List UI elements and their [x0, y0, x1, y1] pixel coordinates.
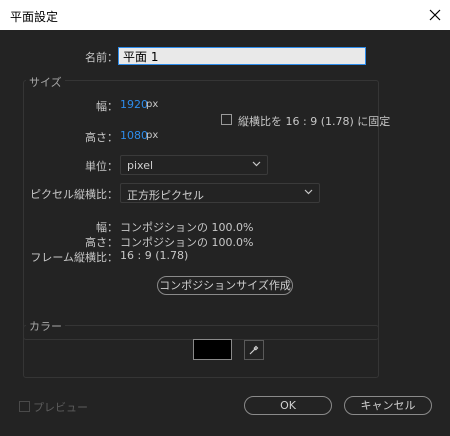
- dialog-body: 名前： 平面 1 サイズ 幅： 1920 px 高さ： 1080 px 縦横比を…: [2, 30, 448, 434]
- preview-label: プレビュー: [33, 401, 88, 414]
- ok-button[interactable]: OK: [244, 396, 332, 415]
- info-width-value: コンポジションの 100.0%: [120, 221, 254, 234]
- preview-checkbox[interactable]: [19, 401, 30, 412]
- make-comp-size-button[interactable]: コンポジションサイズ作成: [157, 276, 293, 295]
- unit-dropdown[interactable]: pixel: [120, 155, 268, 175]
- info-height-value: コンポジションの 100.0%: [120, 236, 254, 249]
- info-frame-label: フレーム縦横比：: [30, 251, 118, 264]
- chevron-down-icon: [304, 189, 313, 195]
- info-height-label: 高さ：: [85, 236, 118, 249]
- size-group-title: サイズ: [26, 74, 65, 90]
- close-button[interactable]: [420, 0, 450, 30]
- info-width-label: 幅：: [96, 221, 118, 234]
- pixel-aspect-dropdown[interactable]: 正方形ピクセル: [120, 183, 320, 203]
- unit-label: 単位：: [85, 160, 118, 173]
- cancel-button[interactable]: キャンセル: [344, 396, 432, 415]
- eyedropper-button[interactable]: [244, 340, 264, 360]
- height-label: 高さ：: [85, 131, 118, 144]
- info-frame-value: 16 : 9 (1.78): [120, 249, 189, 262]
- title-bar: 平面設定: [0, 0, 450, 30]
- height-value[interactable]: 1080: [120, 129, 148, 142]
- unit-value: pixel: [127, 159, 154, 172]
- height-unit: px: [146, 130, 159, 141]
- chevron-down-icon: [252, 161, 261, 167]
- name-input[interactable]: 平面 1: [118, 47, 366, 65]
- pixel-aspect-label: ピクセル縦横比：: [30, 188, 118, 201]
- pixel-aspect-value: 正方形ピクセル: [127, 189, 204, 202]
- window-title: 平面設定: [10, 10, 59, 24]
- lock-aspect-checkbox[interactable]: [221, 114, 232, 125]
- close-icon: [429, 9, 441, 21]
- width-unit: px: [146, 99, 159, 110]
- color-group-title: カラー: [26, 318, 65, 334]
- name-label: 名前：: [85, 51, 118, 64]
- width-label: 幅：: [96, 100, 118, 113]
- lock-aspect-label: 縦横比を 16 : 9 (1.78) に固定: [238, 115, 391, 128]
- solid-settings-dialog: 平面設定 名前： 平面 1 サイズ 幅： 1920 px 高さ： 1080 px…: [0, 0, 450, 436]
- color-swatch[interactable]: [193, 339, 232, 360]
- eyedropper-icon: [249, 345, 259, 355]
- width-value[interactable]: 1920: [120, 98, 148, 111]
